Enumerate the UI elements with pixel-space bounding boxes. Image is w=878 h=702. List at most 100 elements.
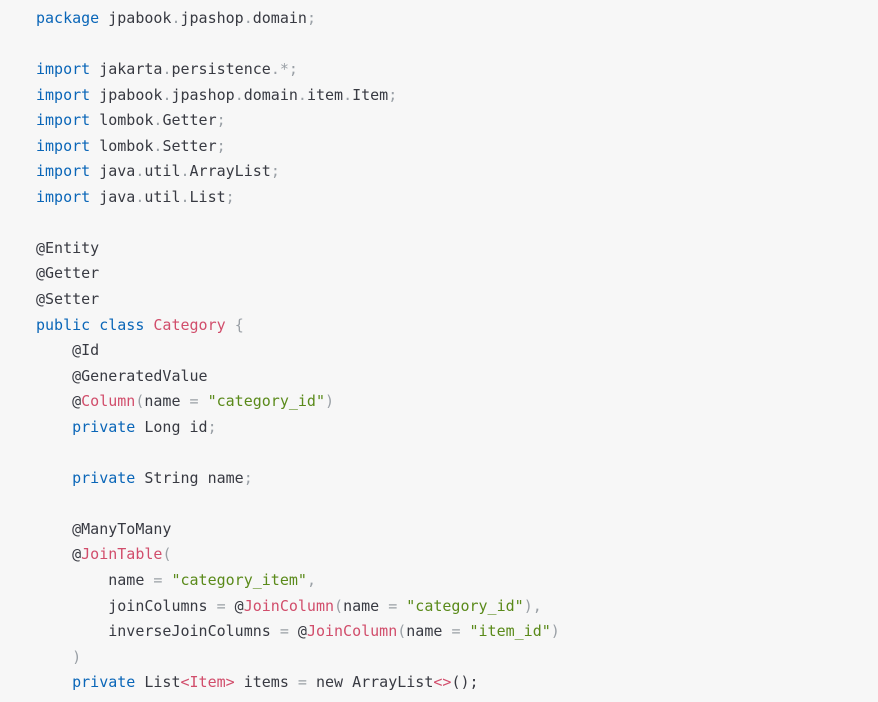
code-token: ( [162, 545, 172, 564]
code-token: . [297, 85, 307, 104]
code-token: . [243, 9, 253, 27]
code-token: = [189, 392, 199, 411]
code-token: class [99, 315, 145, 334]
code-line: @Id [36, 338, 878, 364]
code-line: joinColumns = @JoinColumn(name = "catego… [36, 594, 878, 620]
code-token: @Entity [36, 238, 100, 257]
code-token: JoinColumn [306, 622, 398, 641]
code-token: @Id [36, 341, 100, 360]
code-token: package [36, 9, 100, 27]
code-token: import [36, 136, 91, 155]
code-line: import jakarta.persistence.*; [36, 57, 878, 83]
code-line: import java.util.ArrayList; [36, 159, 878, 185]
code-token: @ [36, 392, 82, 411]
code-token: . [180, 162, 190, 181]
code-token: private [72, 468, 136, 487]
code-token: <> [433, 673, 452, 692]
code-line: import lombok.Getter; [36, 108, 878, 134]
code-line: @GeneratedValue [36, 364, 878, 390]
code-line: ) [36, 645, 878, 671]
code-token: = [279, 622, 289, 641]
code-token: java [90, 162, 136, 181]
code-token: @GeneratedValue [36, 366, 208, 385]
code-token: java [90, 187, 136, 206]
code-token: import [36, 162, 91, 181]
code-line: import jpabook.jpashop.domain.item.Item; [36, 83, 878, 109]
code-token: joinColumns [36, 596, 217, 615]
code-token: List [189, 187, 226, 206]
code-line: @JoinTable( [36, 542, 878, 568]
code-line: @Entity [36, 236, 878, 262]
code-token: jakarta [90, 60, 163, 79]
code-line: import java.util.List; [36, 185, 878, 211]
code-token: ) [325, 392, 335, 411]
code-token: Column [81, 392, 136, 411]
code-token: name [144, 392, 190, 411]
code-token: name [406, 622, 452, 641]
code-token: jpashop [171, 85, 235, 104]
code-token: Setter [162, 136, 217, 155]
code-token: @ [36, 545, 82, 564]
code-token: ArrayList [189, 162, 271, 181]
code-token: . [234, 85, 244, 104]
code-token: "category_id" [406, 596, 524, 615]
code-token: .*; [270, 60, 298, 79]
code-token: JoinColumn [243, 596, 335, 615]
code-token: = [216, 596, 226, 615]
code-token: List [135, 673, 181, 692]
code-token: domain [243, 85, 298, 104]
code-token: domain [252, 9, 307, 27]
code-token: items [234, 673, 298, 692]
code-token: import [36, 85, 91, 104]
code-line: @ManyToMany [36, 517, 878, 543]
code-line: import lombok.Setter; [36, 134, 878, 160]
code-token: import [36, 187, 91, 206]
code-token: Item [352, 85, 389, 104]
code-token: , [306, 571, 316, 590]
code-token: jpabook [90, 85, 163, 104]
code-token: @ [225, 596, 244, 615]
code-line: name = "category_item", [36, 568, 878, 594]
code-line: @Getter [36, 261, 878, 287]
code-block: package jpabook.jpashop.domain; import ja… [0, 0, 878, 702]
code-token: ; [216, 111, 226, 130]
code-token: new ArrayList [306, 673, 434, 692]
code-line: public class Category { [36, 313, 878, 339]
code-token: { [234, 315, 244, 334]
code-token: = [388, 596, 398, 615]
code-token: name [343, 596, 389, 615]
code-token: ; [216, 136, 226, 155]
code-token: private [72, 673, 136, 692]
code-token: Category [153, 315, 226, 334]
code-token: "category_item" [171, 571, 307, 590]
code-token: @Setter [36, 290, 100, 309]
code-token: "item_id" [469, 622, 551, 641]
code-line: private Long id; [36, 415, 878, 441]
code-token: persistence [171, 60, 271, 79]
code-token: @ [288, 622, 307, 641]
code-line: private List<Item> items = new ArrayList… [36, 670, 878, 696]
code-token: ; [306, 9, 316, 27]
code-token: lombok [90, 136, 154, 155]
code-token: ; [207, 417, 217, 436]
code-token: item [306, 85, 344, 104]
code-token: JoinTable [81, 545, 163, 564]
code-token: util [144, 162, 181, 181]
code-token: ) [72, 647, 82, 666]
code-token: lombok [90, 111, 154, 130]
code-token: util [144, 187, 181, 206]
code-line: inverseJoinColumns = @JoinColumn(name = … [36, 619, 878, 645]
code-token: jpashop [180, 9, 244, 27]
code-line: package jpabook.jpashop.domain; [36, 6, 878, 32]
code-token: ; [243, 468, 253, 487]
